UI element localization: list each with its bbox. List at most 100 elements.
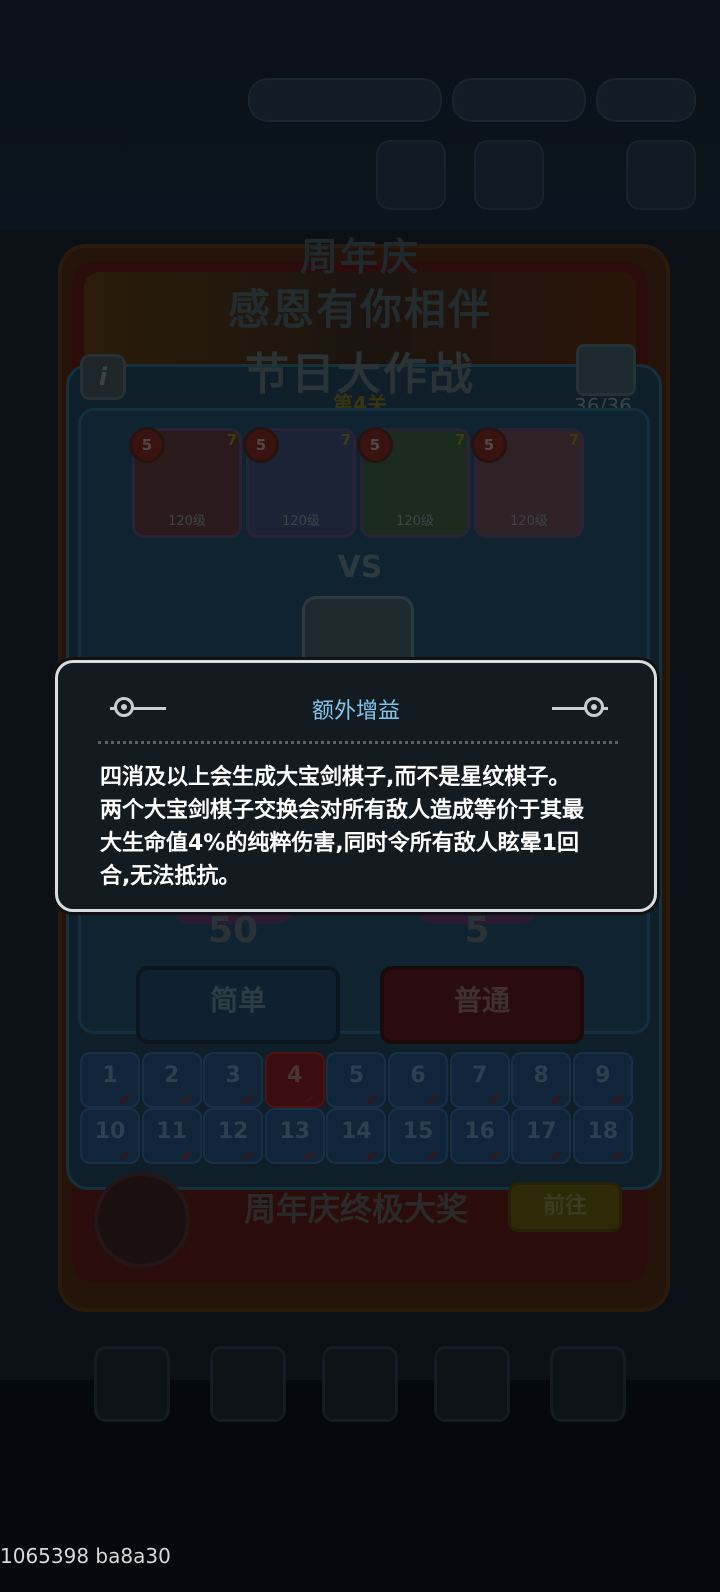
- stage-number: 7: [471, 1063, 488, 1088]
- stage-cell[interactable]: 18 ✔: [572, 1108, 633, 1165]
- hero-card[interactable]: 5 7 120级: [243, 427, 356, 538]
- stage-number: 13: [279, 1119, 311, 1144]
- tooltip-body: 四消及以上会生成大宝剑棋子,而不是星纹棋子。 两个大宝剑棋子交换会对所有敌人造成…: [100, 761, 620, 893]
- hero-level: 120级: [510, 514, 548, 529]
- stage-cell[interactable]: 17 ✔: [511, 1108, 572, 1165]
- stage-number: 3: [225, 1063, 241, 1088]
- checkmark-icon: ✔: [488, 1146, 502, 1165]
- stage-cell[interactable]: 8 ✔: [511, 1052, 572, 1109]
- stage-number: 8: [533, 1063, 549, 1088]
- buff-tooltip: 额外增益 四消及以上会生成大宝剑棋子,而不是星纹棋子。 两个大宝剑棋子交换会对所…: [55, 660, 657, 912]
- checkmark-icon: ✔: [303, 1090, 317, 1109]
- tooltip-line: 大生命值4%的纯粹伤害,同时令所有敌人眩晕1回: [100, 831, 580, 856]
- currency-pill-3[interactable]: [596, 78, 696, 122]
- checkmark-icon: ✔: [426, 1146, 440, 1165]
- checkmark-icon: ✔: [426, 1090, 440, 1109]
- hero-level: 120级: [396, 514, 434, 529]
- stage-cell[interactable]: 3 ✔: [203, 1052, 264, 1109]
- stage-number: 16: [464, 1119, 495, 1144]
- enemy-portrait[interactable]: [302, 596, 414, 669]
- reward-value-1: 50: [207, 910, 259, 951]
- checkmark-icon: ✔: [180, 1090, 194, 1109]
- stage-cell[interactable]: 13 ✔: [264, 1108, 325, 1165]
- hero-level: 120级: [168, 514, 206, 529]
- checkmark-icon: ✔: [364, 1090, 379, 1109]
- menu-icon-1[interactable]: [376, 140, 446, 210]
- checkmark-icon: ✔: [118, 1090, 132, 1109]
- grand-prize-row: 周年庆终极大奖 前往: [84, 1172, 636, 1268]
- checkmark-icon: ✔: [118, 1146, 132, 1165]
- stage-number: 10: [94, 1119, 126, 1144]
- checkmark-icon: ✔: [241, 1146, 256, 1165]
- bottom-nav-icon-4[interactable]: [434, 1346, 510, 1422]
- hero-rank-badge: 5: [243, 427, 279, 463]
- stage-number: 14: [341, 1119, 372, 1144]
- stage-cell[interactable]: 11 ✔: [141, 1108, 202, 1165]
- hero-rank-badge: 5: [129, 427, 165, 463]
- stage-cell[interactable]: 12 ✔: [203, 1108, 264, 1165]
- checkmark-icon: ✔: [241, 1090, 256, 1109]
- bottom-nav-icon-3[interactable]: [322, 1346, 398, 1422]
- stage-number: 6: [410, 1063, 426, 1088]
- stage-cell[interactable]: 5 ✔: [326, 1052, 387, 1109]
- event-title-line1: 周年庆: [299, 235, 420, 279]
- hero-rank-badge: 5: [471, 427, 507, 463]
- hero-star-badge: 7: [568, 431, 580, 449]
- stage-number: 5: [348, 1063, 365, 1088]
- tooltip-line: 四消及以上会生成大宝剑棋子,而不是星纹棋子。: [100, 765, 571, 790]
- stage-cell[interactable]: 6 ✔: [388, 1052, 448, 1108]
- tooltip-line: 合,无法抵抗。: [100, 864, 241, 889]
- stage-cell[interactable]: 2 ✔: [141, 1052, 202, 1109]
- stage-cell[interactable]: 14 ✔: [326, 1108, 387, 1165]
- stage-cell[interactable]: 9 ✔: [572, 1052, 633, 1109]
- checkmark-icon: ✔: [180, 1146, 194, 1165]
- currency-pill-2[interactable]: [452, 78, 586, 122]
- footer-id: 1065398 ba8a30: [0, 1544, 171, 1568]
- tooltip-divider: [98, 741, 618, 744]
- checkmark-icon: ✔: [364, 1146, 379, 1165]
- stage-cell[interactable]: 7 ✔: [449, 1052, 510, 1109]
- game-screen: 周年庆 感恩有你相伴 节日大作战 第4关 i 36/36 5 7 120级 5 7 120…: [0, 0, 720, 1592]
- hero-card[interactable]: 5 7 120级: [357, 427, 470, 538]
- tooltip-line: 两个大宝剑棋子交换会对所有敌人造成等价于其最: [100, 798, 585, 823]
- stage-cell[interactable]: 16 ✔: [449, 1108, 510, 1165]
- tooltip-title: 额外增益: [311, 699, 400, 724]
- hero-card[interactable]: 5 7 120级: [471, 427, 584, 538]
- hero-card[interactable]: 5 7 120级: [129, 427, 242, 538]
- grand-prize-label: 周年庆终极大奖: [244, 1190, 469, 1228]
- menu-icon-3[interactable]: [626, 140, 696, 210]
- checkmark-icon: ✔: [549, 1146, 564, 1165]
- stage-cell[interactable]: 15 ✔: [388, 1108, 448, 1164]
- stage-cell[interactable]: 1 ✔: [80, 1052, 140, 1108]
- checkmark-icon: ✔: [611, 1090, 625, 1109]
- stage-number: 12: [217, 1119, 249, 1144]
- stage-number: 15: [402, 1119, 434, 1144]
- checkmark-icon: ✔: [611, 1146, 625, 1165]
- bottom-nav-icon-2[interactable]: [210, 1346, 286, 1422]
- checkmark-icon: ✔: [303, 1146, 317, 1165]
- bottom-nav-icon-1[interactable]: [94, 1346, 170, 1422]
- event-title-line2: 感恩有你相伴: [227, 285, 492, 334]
- info-icon[interactable]: i: [80, 354, 126, 400]
- stage-cell[interactable]: 4 ✔: [264, 1052, 325, 1109]
- stage-number: 4: [287, 1063, 303, 1088]
- hero-level: 120级: [282, 514, 320, 529]
- grand-prize-icon: [94, 1172, 190, 1268]
- book-icon[interactable]: [576, 344, 636, 396]
- bottom-nav-icon-5[interactable]: [550, 1346, 626, 1422]
- stage-number: 11: [156, 1119, 187, 1144]
- normal-button[interactable]: 普通: [380, 966, 584, 1044]
- easy-button[interactable]: 简单: [136, 966, 340, 1044]
- hero-rank-badge: 5: [357, 427, 393, 463]
- stage-number: 2: [163, 1063, 180, 1088]
- reward-value-2: 5: [464, 910, 490, 951]
- checkmark-icon: ✔: [549, 1090, 564, 1109]
- stage-cell[interactable]: 10 ✔: [80, 1108, 140, 1164]
- checkmark-icon: ✔: [488, 1090, 502, 1109]
- currency-pill-1[interactable]: [248, 78, 442, 122]
- stage-number: 17: [525, 1119, 557, 1144]
- go-button[interactable]: 前往: [508, 1182, 622, 1232]
- vs-label: VS: [337, 550, 383, 585]
- menu-icon-2[interactable]: [474, 140, 544, 210]
- stage-number: 9: [595, 1063, 611, 1088]
